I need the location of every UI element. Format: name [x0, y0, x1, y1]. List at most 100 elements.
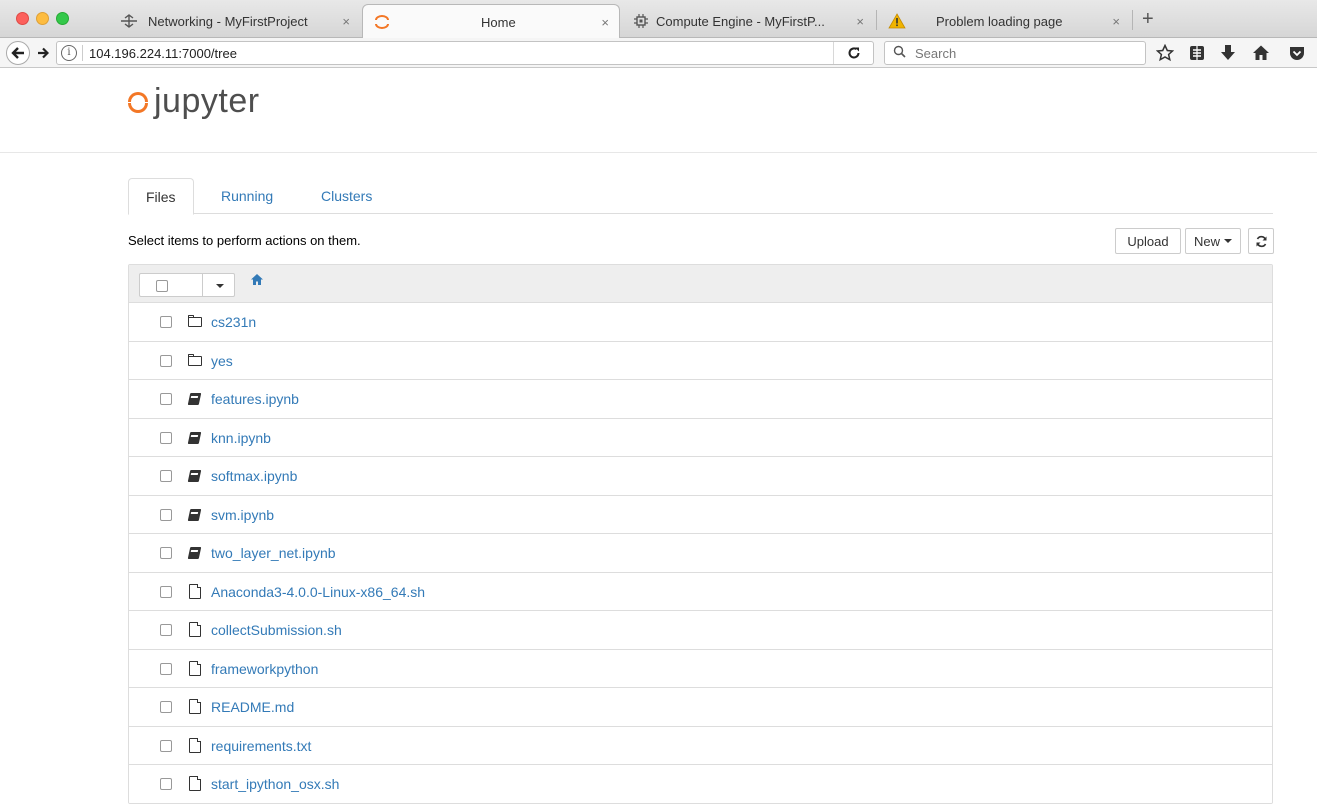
list-item[interactable]: cs231n: [129, 303, 1272, 342]
file-icon: [186, 775, 204, 793]
new-button-label: New: [1193, 233, 1220, 249]
tab-title: Networking - MyFirstProject: [148, 13, 308, 29]
network-icon: [120, 12, 138, 30]
tab-close-icon[interactable]: ×: [1112, 14, 1120, 29]
jupyter-icon: [373, 13, 391, 31]
item-checkbox[interactable]: [160, 508, 172, 521]
file-icon: [186, 737, 204, 755]
item-checkbox[interactable]: [160, 470, 172, 482]
list-item[interactable]: features.ipynb: [129, 380, 1272, 419]
item-checkbox[interactable]: [160, 739, 172, 752]
tab-separator: [876, 10, 877, 30]
window-close-button[interactable]: [16, 12, 29, 25]
item-checkbox[interactable]: [160, 431, 172, 444]
notebook-icon: [186, 544, 204, 562]
bookmark-star-icon[interactable]: [1155, 43, 1175, 67]
search-icon: [893, 45, 906, 61]
tab-close-icon[interactable]: ×: [601, 15, 609, 30]
item-checkbox[interactable]: [160, 585, 172, 598]
item-link[interactable]: svm.ipynb: [211, 507, 274, 523]
list-item[interactable]: Anaconda3-4.0.0-Linux-x86_64.sh: [129, 572, 1272, 611]
notebook-icon: [186, 429, 204, 447]
item-link[interactable]: softmax.ipynb: [211, 468, 297, 484]
caret-down-icon: [1224, 239, 1232, 243]
url-bar[interactable]: i 104.196.224.11:7000/tree: [56, 41, 874, 65]
tab-title: Problem loading page: [936, 13, 1063, 29]
notebook-list-header: [129, 265, 1272, 303]
browser-tab-problem-loading[interactable]: Problem loading page ×: [878, 4, 1130, 38]
tab-close-icon[interactable]: ×: [342, 14, 350, 29]
item-link[interactable]: knn.ipynb: [211, 430, 271, 446]
search-input[interactable]: Search: [884, 41, 1146, 65]
list-item[interactable]: start_ipython_osx.sh: [129, 765, 1272, 803]
tab-separator: [1132, 10, 1133, 30]
browser-tab-networking[interactable]: Networking - MyFirstProject ×: [110, 4, 360, 38]
chip-icon: [632, 12, 650, 30]
window-minimize-button[interactable]: [36, 12, 49, 25]
item-checkbox[interactable]: [160, 624, 172, 636]
item-link[interactable]: cs231n: [211, 314, 256, 330]
upload-button[interactable]: Upload: [1115, 228, 1181, 254]
tab-clusters[interactable]: Clusters: [304, 178, 389, 214]
info-icon[interactable]: i: [61, 45, 77, 61]
reload-button[interactable]: [833, 42, 873, 64]
new-dropdown-button[interactable]: New: [1185, 228, 1241, 254]
dashboard-tabs: Files Running Clusters: [128, 178, 1273, 215]
item-checkbox[interactable]: [160, 701, 172, 713]
tab-close-icon[interactable]: ×: [856, 14, 864, 29]
item-checkbox[interactable]: [160, 662, 172, 675]
list-item[interactable]: README.md: [129, 688, 1272, 727]
caret-down-icon[interactable]: [216, 284, 224, 288]
refresh-icon: [1256, 235, 1266, 247]
tab-files[interactable]: Files: [128, 178, 194, 215]
list-item[interactable]: yes: [129, 341, 1272, 380]
tab-running[interactable]: Running: [204, 178, 290, 214]
home-icon[interactable]: [1252, 44, 1270, 67]
list-item[interactable]: svm.ipynb: [129, 495, 1272, 534]
browser-tab-home[interactable]: Home ×: [362, 4, 620, 39]
item-link[interactable]: collectSubmission.sh: [211, 622, 342, 638]
list-item[interactable]: knn.ipynb: [129, 418, 1272, 457]
window-maximize-button[interactable]: [56, 12, 69, 25]
item-link[interactable]: yes: [211, 353, 233, 369]
list-item[interactable]: two_layer_net.ipynb: [129, 534, 1272, 573]
select-all-dropdown[interactable]: [139, 273, 235, 297]
jupyter-logo[interactable]: jupyter: [128, 82, 260, 121]
browser-tab-compute-engine[interactable]: Compute Engine - MyFirstP... ×: [622, 4, 874, 38]
jupyter-logo-icon: [128, 90, 148, 114]
url-separator: [82, 45, 83, 61]
item-checkbox[interactable]: [160, 778, 172, 790]
jupyter-header: jupyter: [0, 68, 1317, 153]
item-link[interactable]: requirements.txt: [211, 738, 311, 754]
notebook-icon: [186, 506, 204, 524]
list-item[interactable]: requirements.txt: [129, 726, 1272, 765]
back-button[interactable]: [6, 41, 30, 65]
item-link[interactable]: features.ipynb: [211, 391, 299, 407]
item-checkbox[interactable]: [160, 393, 172, 405]
item-link[interactable]: README.md: [211, 699, 294, 715]
breadcrumb-home-icon[interactable]: [250, 273, 264, 289]
download-icon[interactable]: [1220, 44, 1236, 67]
item-checkbox[interactable]: [160, 354, 172, 367]
pocket-icon[interactable]: [1288, 44, 1306, 67]
file-icon: [186, 698, 204, 716]
item-checkbox[interactable]: [160, 547, 172, 559]
list-item[interactable]: softmax.ipynb: [129, 457, 1272, 496]
item-checkbox[interactable]: [160, 316, 172, 328]
item-link[interactable]: Anaconda3-4.0.0-Linux-x86_64.sh: [211, 584, 425, 600]
refresh-button[interactable]: [1248, 228, 1274, 254]
list-item[interactable]: collectSubmission.sh: [129, 611, 1272, 650]
new-tab-button[interactable]: +: [1142, 8, 1154, 31]
tab-title: Compute Engine - MyFirstP...: [656, 13, 825, 29]
browser-nav-bar: i 104.196.224.11:7000/tree Search: [0, 38, 1317, 68]
item-link[interactable]: two_layer_net.ipynb: [211, 545, 336, 561]
reload-icon: [848, 47, 859, 59]
forward-arrow-icon: [38, 47, 49, 59]
reading-list-icon[interactable]: [1188, 44, 1206, 67]
url-text[interactable]: 104.196.224.11:7000/tree: [89, 46, 237, 61]
forward-button[interactable]: [34, 41, 52, 65]
item-link[interactable]: start_ipython_osx.sh: [211, 776, 339, 792]
list-item[interactable]: frameworkpython: [129, 649, 1272, 688]
item-link[interactable]: frameworkpython: [211, 661, 318, 677]
select-all-checkbox[interactable]: [156, 280, 168, 292]
